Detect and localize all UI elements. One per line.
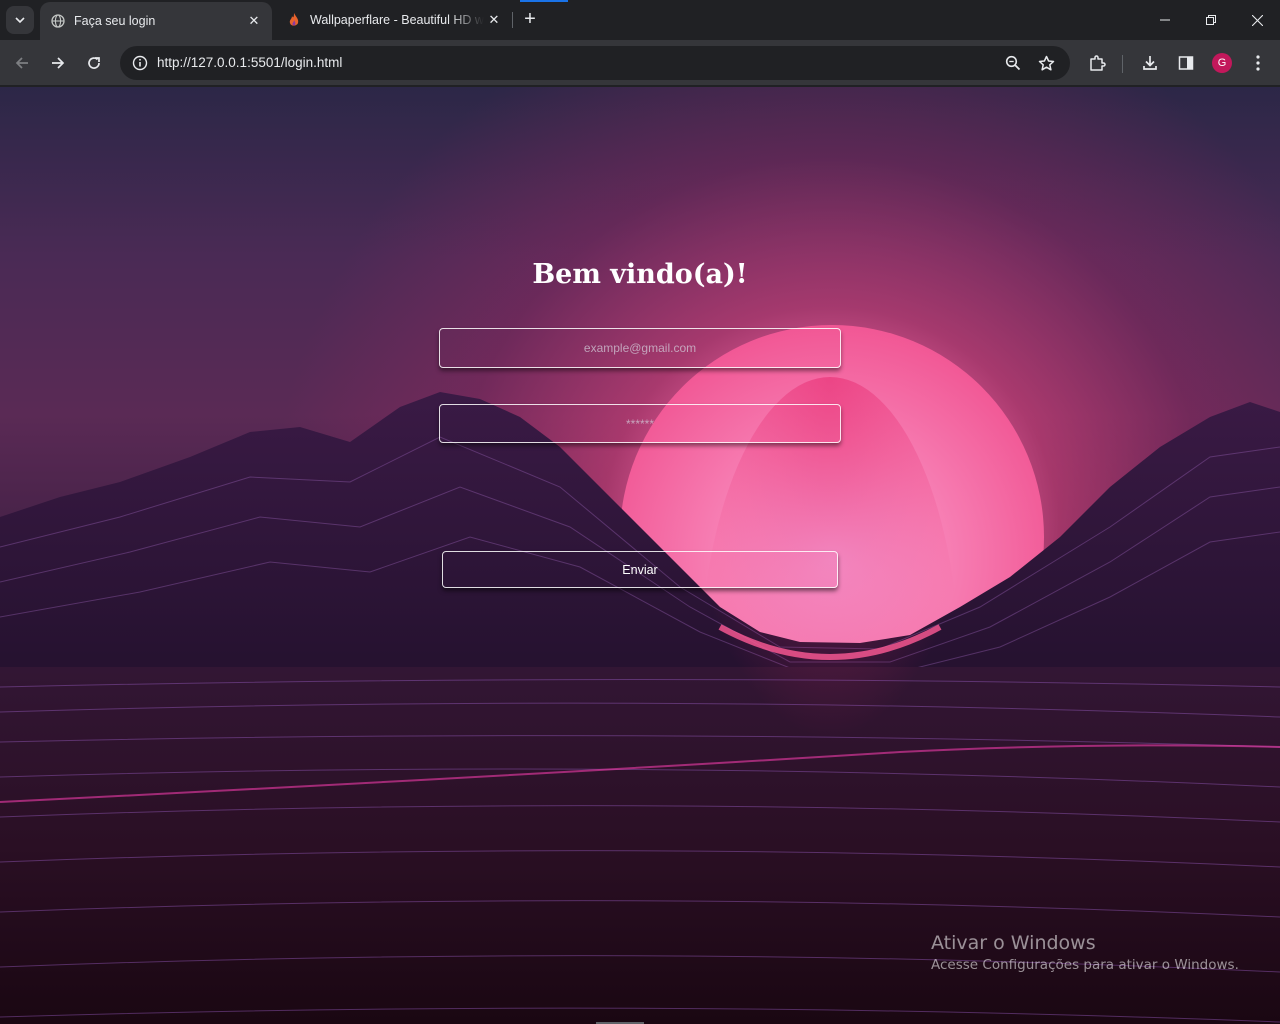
toolbar-divider <box>1122 55 1123 73</box>
tab-title: Wallpaperflare - Beautiful HD w <box>310 13 484 27</box>
zoom-icon[interactable] <box>1001 51 1025 75</box>
chevron-down-icon <box>15 17 25 24</box>
close-tab-icon[interactable]: ✕ <box>244 11 264 31</box>
menu-button[interactable] <box>1243 48 1273 78</box>
reload-button[interactable] <box>79 48 109 78</box>
side-panel-icon <box>1178 56 1194 70</box>
submit-button[interactable]: Enviar <box>442 551 838 588</box>
url-path: :5501/login.html <box>247 55 343 70</box>
tab-loading-indicator <box>520 0 568 2</box>
tab-search-button[interactable] <box>6 6 34 34</box>
globe-icon <box>50 13 66 29</box>
close-window-button[interactable] <box>1234 0 1280 40</box>
close-tab-icon[interactable]: ✕ <box>484 10 504 30</box>
page-title: Bem vindo(a)! <box>532 259 748 290</box>
page-viewport: Bem vindo(a)! Enviar Ativar o Windows Ac… <box>0 87 1280 1024</box>
arrow-left-icon <box>15 57 28 69</box>
back-button[interactable] <box>7 48 37 78</box>
side-panel-button[interactable] <box>1171 48 1201 78</box>
wallpaperflare-flame-icon <box>286 12 302 28</box>
new-tab-button[interactable]: + <box>520 9 540 30</box>
extensions-button[interactable] <box>1082 48 1112 78</box>
arrow-right-icon <box>52 57 65 69</box>
windows-activation-title: Ativar o Windows <box>931 932 1096 954</box>
tab-strip: Faça seu login ✕ Wallpaperflare - Beauti… <box>0 0 1280 40</box>
profile-avatar[interactable]: G <box>1212 53 1232 73</box>
reload-icon <box>88 57 100 69</box>
password-field[interactable] <box>439 404 841 443</box>
tab-wallpaperflare[interactable]: Wallpaperflare - Beautiful HD w ✕ <box>276 0 512 40</box>
tab-title: Faça seu login <box>74 14 156 28</box>
minimize-button[interactable] <box>1142 0 1188 40</box>
close-icon <box>1251 14 1263 26</box>
download-icon <box>1143 56 1157 70</box>
url-text[interactable]: http://127.0.0.1:5501/login.html <box>157 55 342 70</box>
browser-toolbar: http://127.0.0.1:5501/login.html G <box>0 40 1280 86</box>
restore-button[interactable] <box>1188 0 1234 40</box>
puzzle-icon <box>1090 55 1106 71</box>
tab-divider <box>512 12 513 28</box>
minimize-icon <box>1160 19 1170 21</box>
tab-login[interactable]: Faça seu login ✕ <box>40 2 272 40</box>
windows-activation-subtitle: Acesse Configurações para ativar o Windo… <box>931 957 1239 973</box>
forward-button[interactable] <box>43 48 73 78</box>
restore-icon <box>1206 15 1216 25</box>
downloads-button[interactable] <box>1135 48 1165 78</box>
site-info-icon[interactable] <box>128 51 152 75</box>
url-host: http://127.0.0.1 <box>157 55 248 70</box>
login-form: Bem vindo(a)! Enviar <box>0 87 1280 1024</box>
kebab-menu-icon <box>1256 55 1260 71</box>
address-bar[interactable]: http://127.0.0.1:5501/login.html <box>120 46 1070 80</box>
email-field[interactable] <box>439 328 841 368</box>
bookmark-star-icon[interactable] <box>1034 51 1058 75</box>
